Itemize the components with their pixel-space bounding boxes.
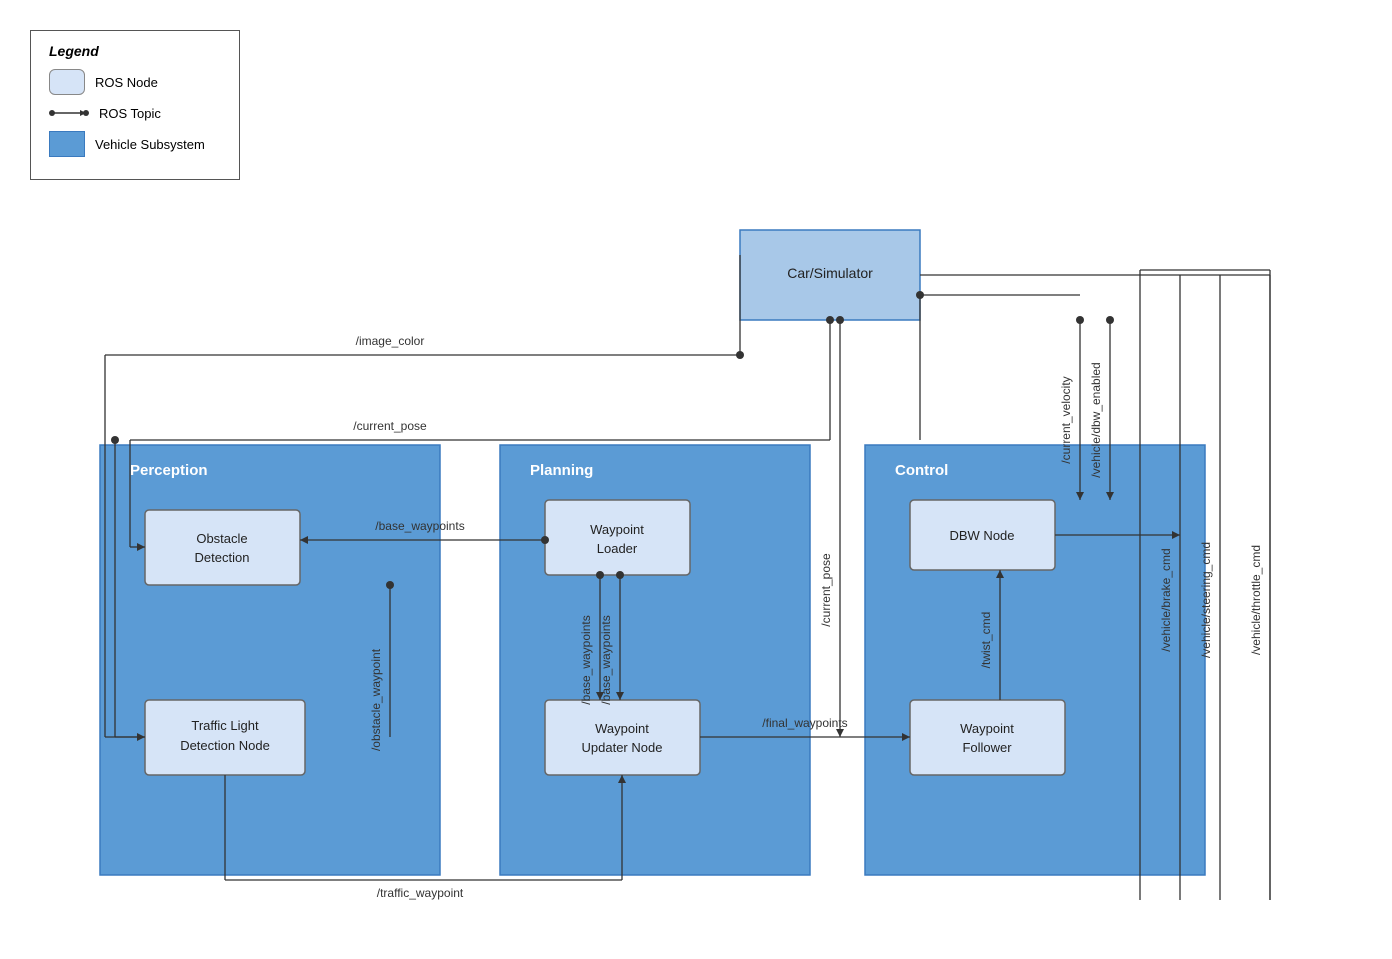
base-waypoints-dot [541, 536, 549, 544]
current-velocity-label: /current_velocity [1059, 376, 1073, 463]
base-waypoints-v1-dot [596, 571, 604, 579]
image-color-label: /image_color [356, 334, 425, 348]
dbw-enabled-label: /vehicle/dbw_enabled [1089, 362, 1103, 477]
waypoint-follower-label: Waypoint [960, 721, 1014, 736]
planning-label: Planning [530, 462, 593, 479]
waypoint-loader-label2: Loader [597, 541, 638, 556]
waypoint-updater-node [545, 700, 700, 775]
waypoint-updater-label: Waypoint [595, 721, 649, 736]
diagram-container: Legend ROS Node ROS Topic Vehicle Subsys… [0, 0, 1392, 959]
waypoint-follower-node [910, 700, 1065, 775]
steering-cmd-label: /vehicle/steering_cmd [1199, 542, 1213, 658]
obstacle-detection-node [145, 510, 300, 585]
final-waypoints-label: /final_waypoints [762, 716, 847, 730]
current-pose-label: /current_pose [353, 419, 427, 433]
current-pose-dot [111, 436, 119, 444]
current-pose-v2-arrow [836, 729, 844, 737]
waypoint-updater-label2: Updater Node [582, 740, 663, 755]
dbw-enabled-dot [1106, 316, 1114, 324]
waypoint-follower-label2: Follower [962, 740, 1012, 755]
traffic-light-label: Traffic Light [191, 718, 259, 733]
obstacle-detection-label2: Detection [195, 550, 250, 565]
waypoint-loader-node [545, 500, 690, 575]
obstacle-waypoint-label: /obstacle_waypoint [369, 648, 383, 751]
obstacle-detection-label: Obstacle [196, 531, 247, 546]
traffic-waypoint-label: /traffic_waypoint [377, 886, 464, 900]
current-pose-v2-dot [836, 316, 844, 324]
base-waypoints-v1-label: /base_waypoints [579, 615, 593, 704]
throttle-cmd-label: /vehicle/throttle_cmd [1249, 545, 1263, 655]
waypoint-loader-label: Waypoint [590, 522, 644, 537]
base-waypoints-label: /base_waypoints [375, 519, 464, 533]
car-simulator-label: Car/Simulator [787, 265, 873, 281]
current-velocity-dot [1076, 316, 1084, 324]
dbw-node-label: DBW Node [949, 528, 1014, 543]
control-label: Control [895, 462, 948, 479]
base-waypoints-v2-label: /base_waypoints [599, 615, 613, 704]
brake-cmd-label: /vehicle/brake_cmd [1159, 548, 1173, 651]
current-pose-car-dot [826, 316, 834, 324]
base-waypoints-v2-dot [616, 571, 624, 579]
perception-label: Perception [130, 462, 208, 479]
traffic-light-label2: Detection Node [180, 738, 270, 753]
current-pose-v2-label: /current_pose [819, 553, 833, 627]
obstacle-waypoint-dot [386, 581, 394, 589]
architecture-diagram: Perception Planning Control Car/Simulato… [0, 0, 1392, 959]
twist-cmd-label: /twist_cmd [979, 612, 993, 669]
